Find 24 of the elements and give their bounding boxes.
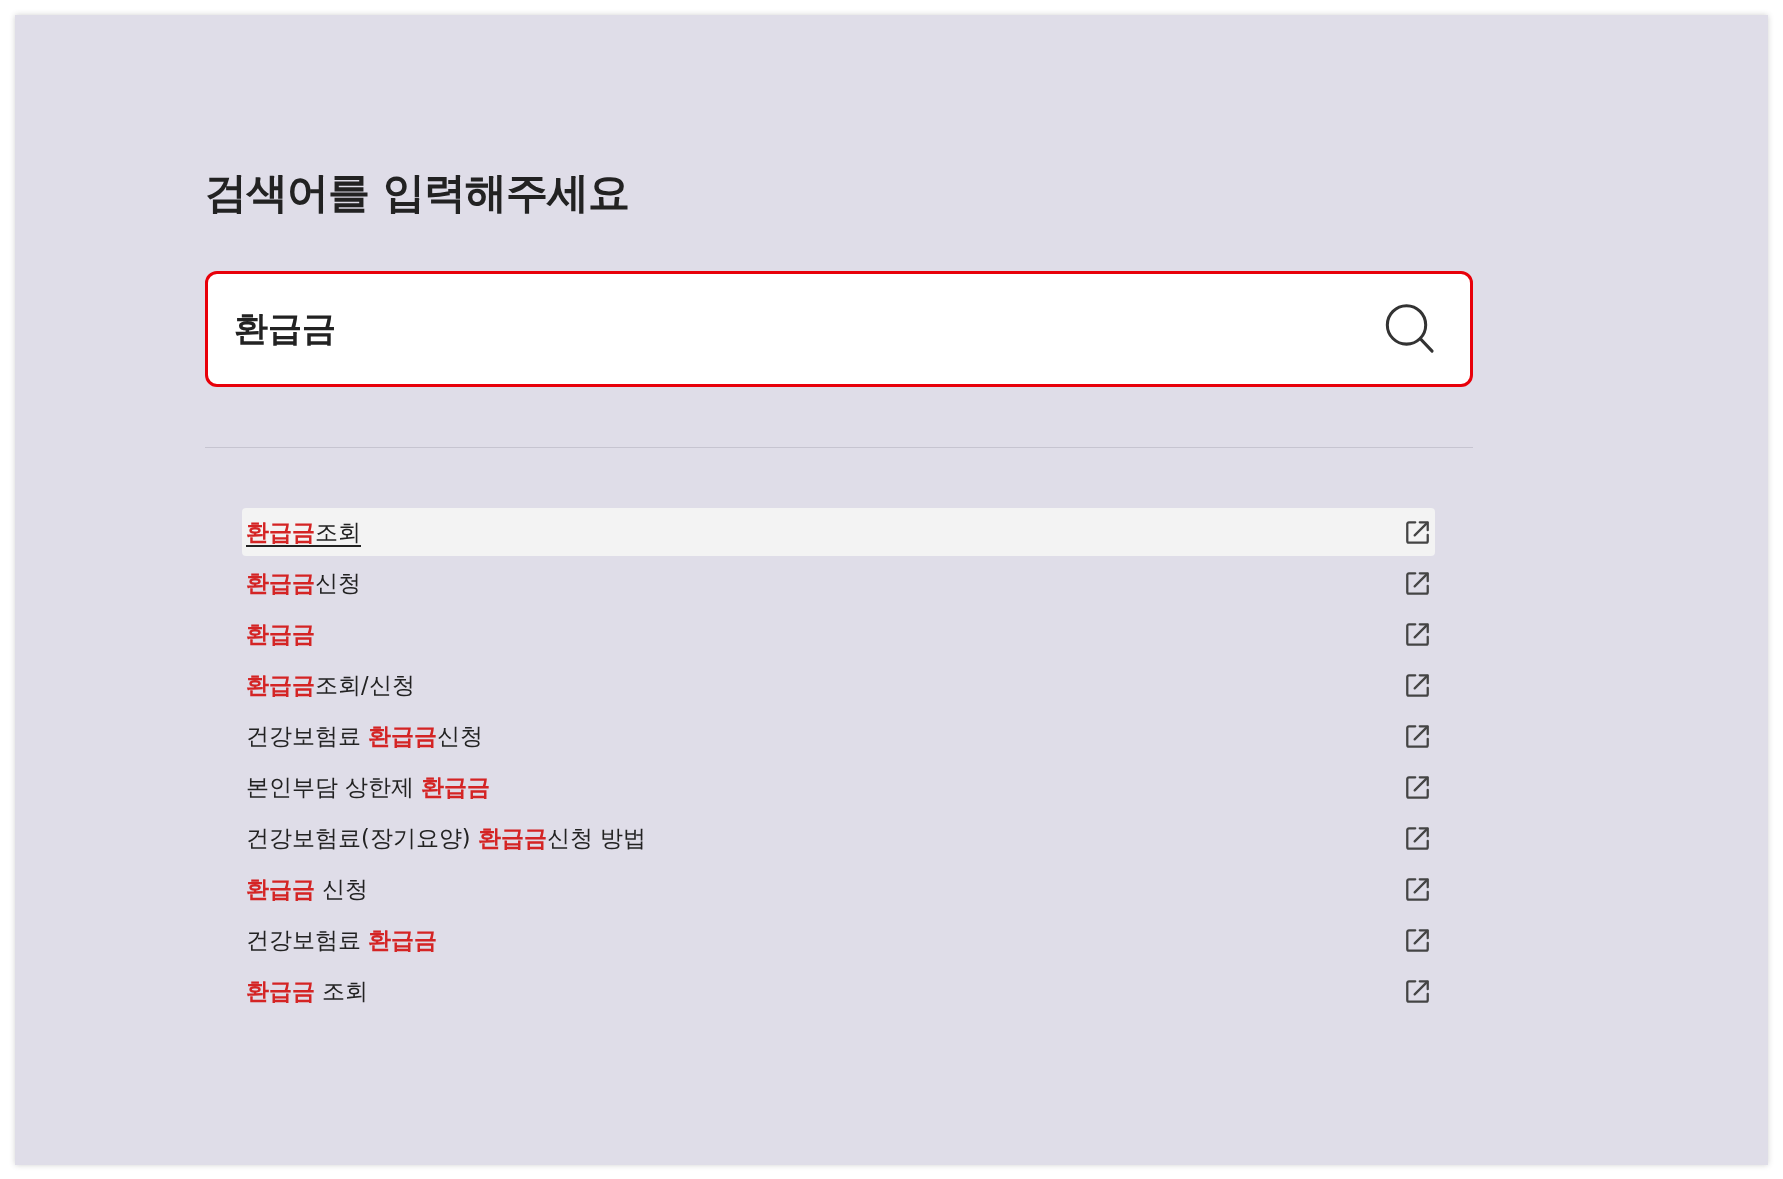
external-link-icon xyxy=(1405,570,1430,596)
suggestion-link[interactable]: 환급금 신청 xyxy=(242,865,1435,913)
suggestion-link[interactable]: 환급금조회 xyxy=(242,508,1435,556)
search-field[interactable]: 환급금 xyxy=(205,271,1473,387)
suggestion-link[interactable]: 환급금신청 xyxy=(242,559,1435,607)
external-link-icon xyxy=(1405,927,1430,953)
external-link-icon xyxy=(1405,621,1430,647)
suggestion-link[interactable]: 본인부담 상한제 환급금 xyxy=(242,763,1435,811)
external-link-icon xyxy=(1405,774,1430,800)
search-icon xyxy=(1385,304,1435,354)
external-link-icon xyxy=(1405,978,1430,1004)
search-button[interactable] xyxy=(1385,304,1435,354)
external-link-icon xyxy=(1405,876,1430,902)
suggestion-link[interactable]: 환급금 xyxy=(242,610,1435,658)
external-link-icon xyxy=(1405,723,1430,749)
suggestion-link[interactable]: 건강보험료 환급금 xyxy=(242,916,1435,964)
page-heading: 검색어를 입력해주세요 xyxy=(205,168,629,218)
suggestion-link[interactable]: 환급금 조회 xyxy=(242,967,1435,1015)
suggestion-link[interactable]: 건강보험료(장기요양) 환급금신청 방법 xyxy=(242,814,1435,862)
external-link-icon xyxy=(1405,672,1430,698)
suggestion-link[interactable]: 환급금조회/신청 xyxy=(242,661,1435,709)
external-link-icon xyxy=(1405,825,1430,851)
suggestion-link[interactable]: 건강보험료 환급금신청 xyxy=(242,712,1435,760)
external-link-icon xyxy=(1405,519,1430,545)
